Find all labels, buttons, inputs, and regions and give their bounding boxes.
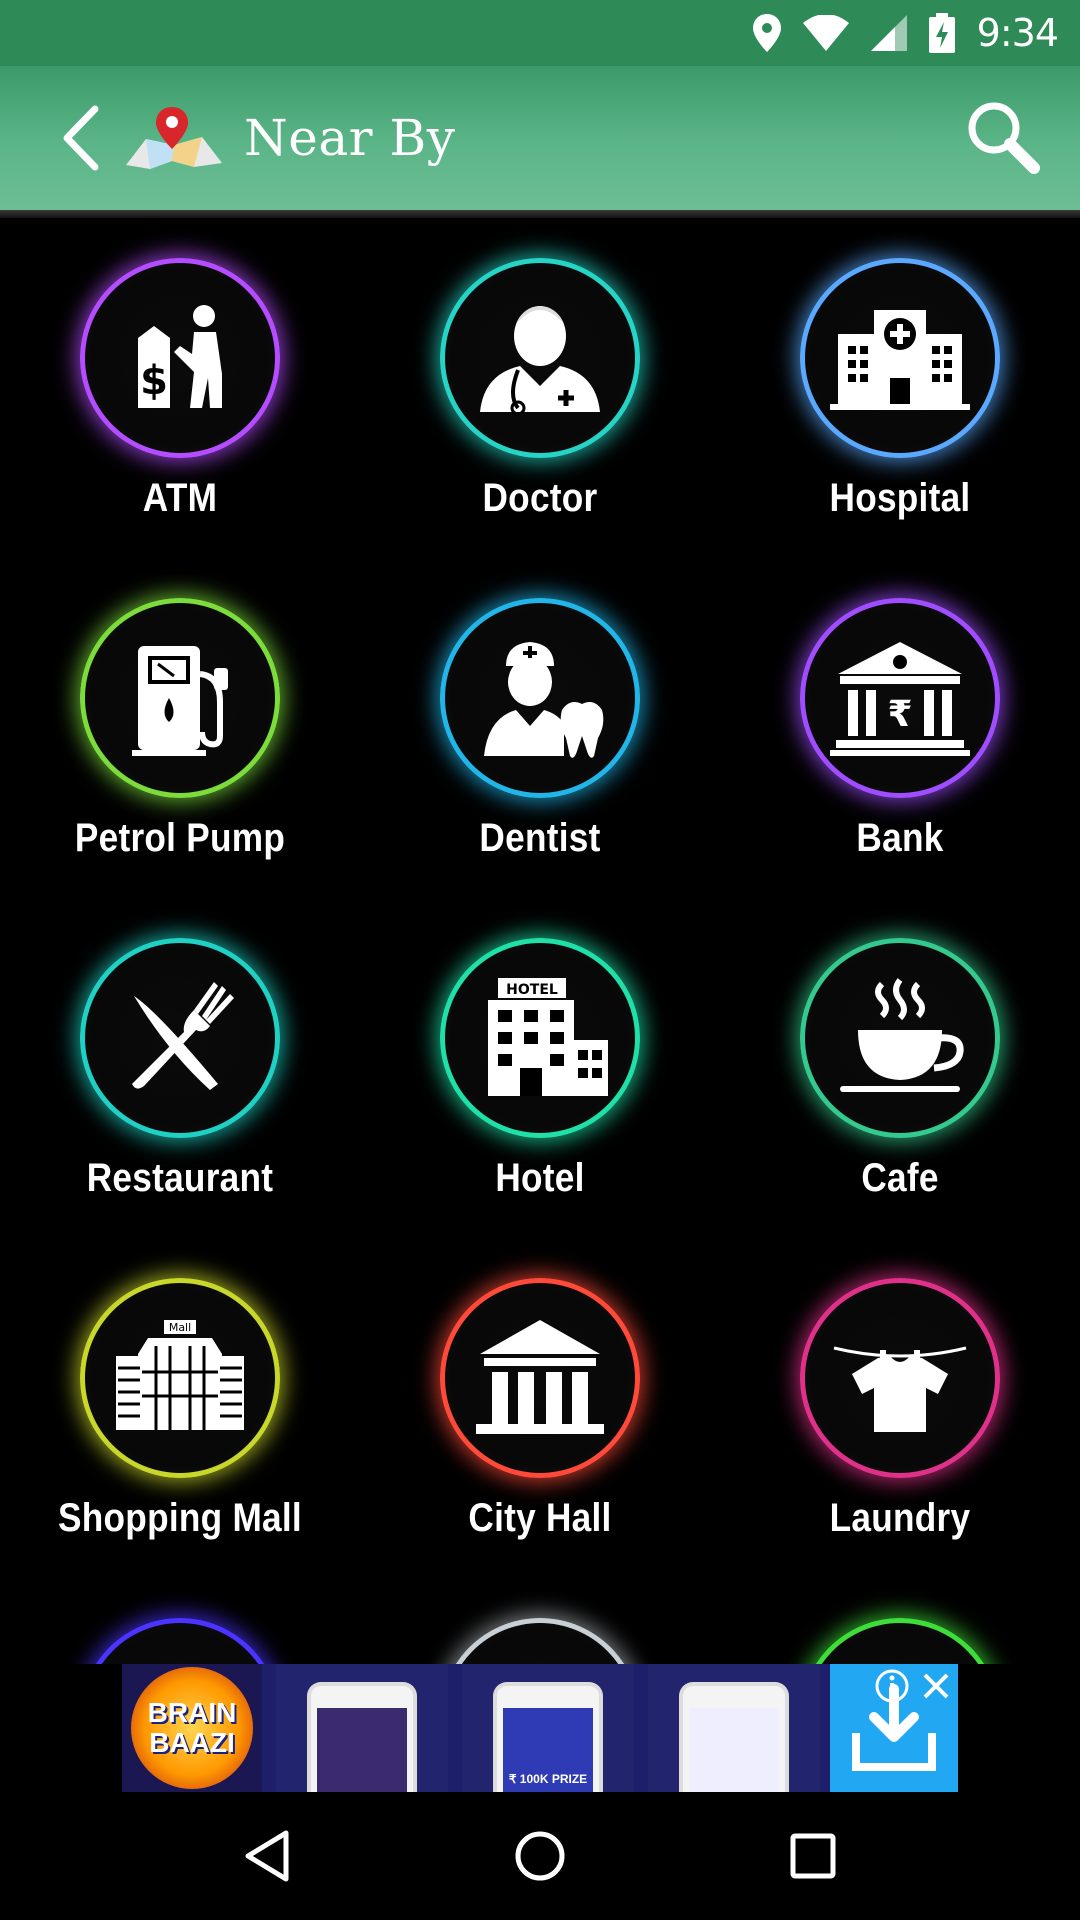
category-label: Dentist — [479, 816, 601, 860]
category-icon-ring — [80, 598, 280, 798]
category-city-hall[interactable]: City Hall — [360, 1238, 720, 1578]
recents-square-icon — [790, 1833, 836, 1879]
category-petrol-pump[interactable]: Petrol Pump — [0, 558, 360, 898]
map-pin-logo-icon — [126, 107, 222, 169]
mall-icon: Mall — [116, 1320, 244, 1430]
clock-time: 9:34 — [976, 11, 1059, 55]
category-grid: $ ATM Doctor Hospital Petrol Pump Dentis… — [0, 218, 1080, 1664]
category-shopping-mall[interactable]: Mall Shopping Mall — [0, 1238, 360, 1578]
category-label: Bank — [856, 816, 944, 860]
svg-text:$: $ — [140, 358, 168, 404]
category-icon-ring — [440, 598, 640, 798]
search-button[interactable] — [964, 98, 1044, 178]
page-title: Near By — [244, 109, 456, 167]
category-label: Shopping Mall — [58, 1496, 302, 1540]
category-icon-ring — [440, 1278, 640, 1478]
svg-text:HOTEL: HOTEL — [506, 982, 558, 998]
nav-back-button[interactable] — [207, 1806, 327, 1906]
category-label: Laundry — [829, 1496, 971, 1540]
dentist-icon — [484, 642, 604, 758]
category-label: Petrol Pump — [74, 816, 286, 860]
ad-phone-image — [648, 1664, 820, 1792]
category-laundry[interactable]: Laundry — [720, 1238, 1080, 1578]
category-icon-ring — [800, 938, 1000, 1138]
category-atm[interactable]: $ ATM — [0, 218, 360, 558]
system-nav-bar — [0, 1792, 1080, 1920]
category-cafe[interactable]: Cafe — [720, 898, 1080, 1238]
category-hospital[interactable]: Hospital — [720, 218, 1080, 558]
category-label: Restaurant — [86, 1156, 274, 1200]
category-icon-ring — [80, 1618, 280, 1664]
hospital-icon — [830, 310, 970, 410]
category-label: Cafe — [861, 1156, 939, 1200]
bank-icon: ₹ — [830, 642, 970, 756]
chevron-left-icon — [63, 105, 99, 171]
ad-logo-line2: BAAZI — [149, 1727, 235, 1758]
category-partial-1[interactable] — [0, 1578, 360, 1664]
search-icon — [968, 102, 1040, 174]
ad-phone-image — [276, 1664, 448, 1792]
atm-icon: $ — [138, 305, 222, 408]
category-bank[interactable]: ₹ Bank — [720, 558, 1080, 898]
svg-text:Mall: Mall — [169, 1321, 191, 1334]
category-label: Doctor — [482, 476, 598, 520]
laundry-icon — [833, 1346, 967, 1432]
nav-recents-button[interactable] — [753, 1806, 873, 1906]
doctor-icon — [480, 306, 600, 416]
ad-logo-line1: BRAIN — [147, 1697, 237, 1728]
fuel-pump-icon — [132, 646, 228, 756]
category-partial-3[interactable] — [720, 1578, 1080, 1664]
svg-text:₹: ₹ — [887, 694, 912, 735]
category-restaurant[interactable]: Restaurant — [0, 898, 360, 1238]
ad-prize-text: ₹ 100K PRIZE — [508, 1772, 588, 1786]
category-doctor[interactable]: Doctor — [360, 218, 720, 558]
category-label: City Hall — [468, 1496, 612, 1540]
hotel-icon: HOTEL — [488, 978, 608, 1096]
category-icon-ring — [800, 1278, 1000, 1478]
category-hotel[interactable]: HOTEL Hotel — [360, 898, 720, 1238]
category-icon-ring: HOTEL — [440, 938, 640, 1138]
ad-logo: BRAIN BAAZI — [122, 1664, 262, 1792]
category-icon-ring — [440, 258, 640, 458]
location-icon — [752, 14, 781, 52]
category-partial-2[interactable] — [360, 1578, 720, 1664]
category-icon-ring — [800, 1618, 1000, 1664]
city-hall-icon — [476, 1320, 604, 1434]
nav-home-button[interactable] — [480, 1806, 600, 1906]
category-icon-ring — [800, 258, 1000, 458]
ad-choices-icon[interactable] — [874, 1668, 910, 1704]
battery-charging-icon — [928, 13, 955, 53]
ad-banner[interactable]: BRAIN BAAZI ₹ 100K PRIZE — [122, 1664, 958, 1792]
close-icon[interactable] — [920, 1670, 952, 1702]
category-icon-ring: ₹ — [800, 598, 1000, 798]
signal-icon — [870, 15, 907, 51]
status-bar: 9:34 — [0, 0, 1080, 66]
category-icon-ring: $ — [80, 258, 280, 458]
ad-phone-image: ₹ 100K PRIZE — [462, 1664, 634, 1792]
category-icon-ring: Mall — [80, 1278, 280, 1478]
category-icon-ring — [80, 938, 280, 1138]
back-triangle-icon — [245, 1830, 289, 1882]
wifi-icon — [802, 15, 849, 51]
home-circle-icon — [515, 1831, 565, 1881]
back-button[interactable] — [46, 93, 116, 183]
category-icon-ring — [440, 1618, 640, 1664]
coffee-cup-icon — [840, 978, 964, 1092]
ad-logo-badge: BRAIN BAAZI — [131, 1667, 253, 1789]
category-label: Hotel — [495, 1156, 585, 1200]
restaurant-icon — [132, 982, 234, 1090]
category-label: ATM — [142, 476, 218, 520]
category-dentist[interactable]: Dentist — [360, 558, 720, 898]
app-bar: Near By — [0, 66, 1080, 218]
category-label: Hospital — [829, 476, 971, 520]
